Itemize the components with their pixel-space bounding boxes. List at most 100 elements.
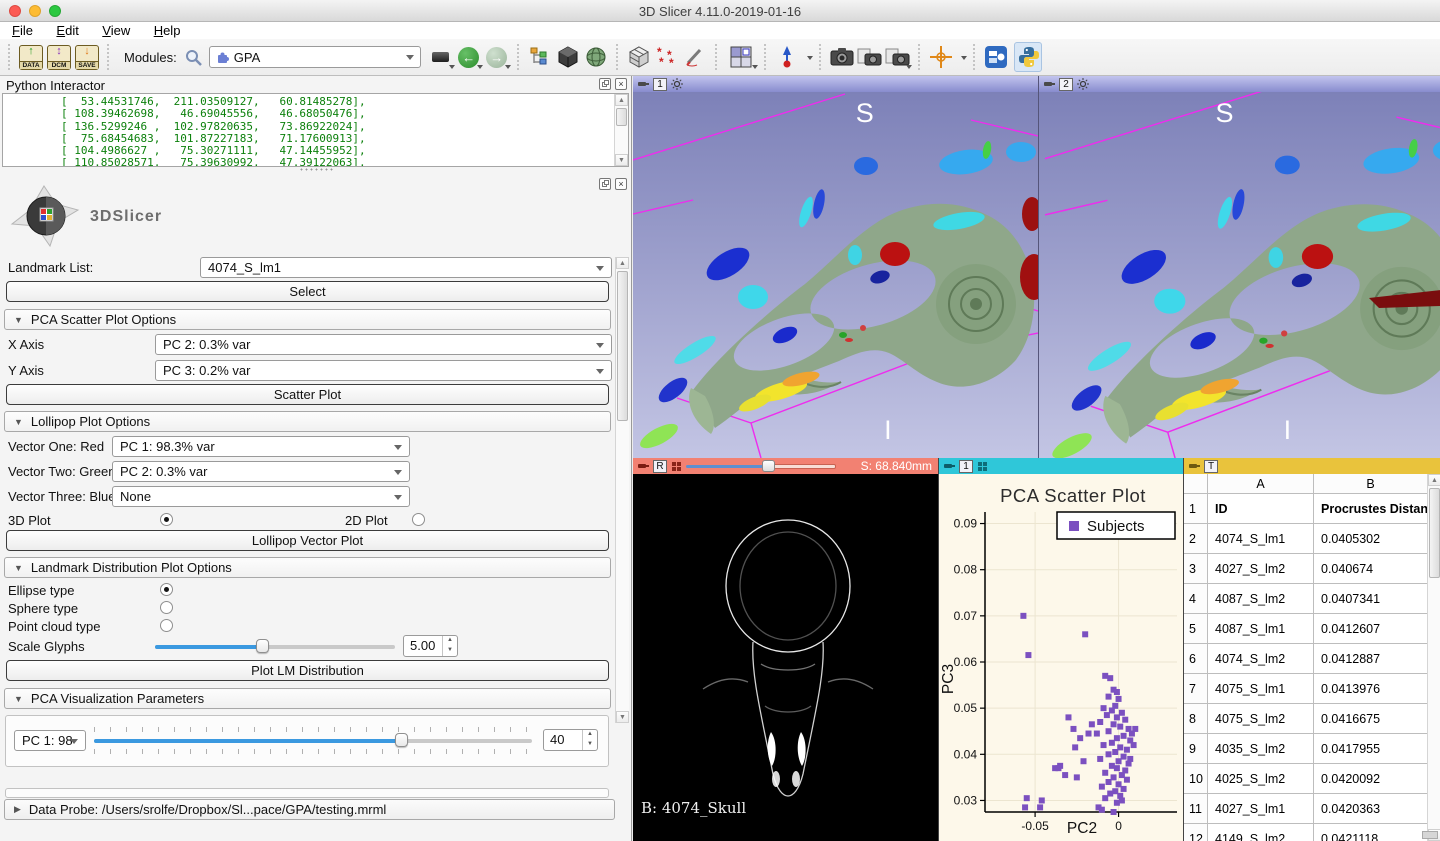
pca-slider-spinbox[interactable]: 40 ▲▼: [543, 729, 598, 751]
threed-viewport-2[interactable]: S I: [1039, 92, 1440, 458]
threed-viewport-1[interactable]: S I: [633, 92, 1038, 458]
row-number-cell[interactable]: 7: [1184, 674, 1208, 704]
data-probe-section[interactable]: ▶ Data Probe: /Users/srolfe/Dropbox/Sl..…: [4, 799, 615, 820]
y-axis-combo[interactable]: PC 3: 0.2% var: [155, 360, 612, 381]
distance-cell[interactable]: 0.0412887: [1314, 644, 1428, 674]
id-cell[interactable]: ID: [1208, 494, 1314, 524]
id-cell[interactable]: 4075_S_lm1: [1208, 674, 1314, 704]
volumes-module-button[interactable]: [625, 42, 653, 72]
surface-module-button[interactable]: [582, 42, 610, 72]
id-cell[interactable]: 4074_S_lm1: [1208, 524, 1314, 554]
view-label[interactable]: 2: [1059, 78, 1073, 91]
scroll-thumb[interactable]: [616, 108, 627, 126]
slider-knob[interactable]: [395, 733, 408, 747]
pin-icon[interactable]: [637, 79, 649, 89]
landmark-list-combo[interactable]: 4074_S_lm1: [200, 257, 612, 278]
distance-cell[interactable]: 0.040674: [1314, 554, 1428, 584]
procrustes-table[interactable]: A B 1IDProcrustes Distance24074_S_lm10.0…: [1184, 474, 1428, 841]
python-console-button[interactable]: [1014, 42, 1042, 72]
python-console[interactable]: [ 53.44531746, 211.03509127, 60.81485278…: [2, 93, 629, 167]
pin-icon[interactable]: [1188, 461, 1200, 471]
point-cloud-type-radio[interactable]: [160, 619, 173, 632]
table-row[interactable]: 104025_S_lm20.0420092: [1184, 764, 1428, 794]
x-axis-combo[interactable]: PC 2: 0.3% var: [155, 334, 612, 355]
spin-down-icon[interactable]: ▼: [443, 646, 457, 656]
scene-view-restore-button[interactable]: [884, 42, 912, 72]
crosshair-dropdown[interactable]: [955, 42, 967, 72]
landmark-distribution-header[interactable]: ▼ Landmark Distribution Plot Options: [4, 557, 611, 578]
row-number-cell[interactable]: 10: [1184, 764, 1208, 794]
row-number-cell[interactable]: 1: [1184, 494, 1208, 524]
ellipse-type-radio[interactable]: [160, 583, 173, 596]
id-cell[interactable]: 4035_S_lm2: [1208, 734, 1314, 764]
id-cell[interactable]: 4087_S_lm2: [1208, 584, 1314, 614]
table-view[interactable]: T A B 1IDProcrustes Distance24074_S_lm10…: [1183, 458, 1440, 841]
id-cell[interactable]: 4087_S_lm1: [1208, 614, 1314, 644]
pin-icon[interactable]: [637, 461, 649, 471]
table-row[interactable]: 54087_S_lm10.0412607: [1184, 614, 1428, 644]
vector-three-combo[interactable]: None: [112, 486, 410, 507]
menu-file[interactable]: File: [12, 23, 33, 38]
close-panel-button[interactable]: ×: [615, 178, 627, 190]
menu-help[interactable]: Help: [154, 23, 181, 38]
distance-cell[interactable]: 0.0413976: [1314, 674, 1428, 704]
pin-icon[interactable]: [943, 461, 955, 471]
row-number-cell[interactable]: 3: [1184, 554, 1208, 584]
id-cell[interactable]: 4074_S_lm2: [1208, 644, 1314, 674]
models-module-button[interactable]: [554, 42, 582, 72]
load-data-button[interactable]: ↑ DATA: [17, 42, 45, 72]
threed-view-2[interactable]: 2 S I: [1038, 76, 1440, 458]
view-options-sun-icon[interactable]: [671, 78, 683, 90]
console-scrollbar[interactable]: ▲ ▼: [614, 94, 628, 166]
table-row[interactable]: 114027_S_lm10.0420363: [1184, 794, 1428, 824]
module-panel-scrollbar[interactable]: ▲ ▼: [615, 257, 629, 723]
view-label[interactable]: 1: [959, 460, 973, 473]
scroll-up-icon[interactable]: ▲: [616, 257, 629, 269]
distance-cell[interactable]: 0.0416675: [1314, 704, 1428, 734]
module-back-button[interactable]: ←: [455, 42, 483, 72]
id-cell[interactable]: 4075_S_lm2: [1208, 704, 1314, 734]
distance-cell[interactable]: 0.0417955: [1314, 734, 1428, 764]
scroll-up-icon[interactable]: ▲: [1428, 474, 1440, 486]
load-dicom-button[interactable]: ↕ DCM: [45, 42, 73, 72]
distance-cell[interactable]: Procrustes Distance: [1314, 494, 1428, 524]
column-header-b[interactable]: B: [1314, 474, 1428, 494]
plot-menu-icon[interactable]: [977, 461, 988, 472]
module-history-button[interactable]: [427, 42, 455, 72]
row-number-cell[interactable]: 5: [1184, 614, 1208, 644]
row-number-cell[interactable]: 4: [1184, 584, 1208, 614]
scroll-down-icon[interactable]: ▼: [615, 154, 628, 166]
red-slice-view[interactable]: R S: 68.840mm: [633, 458, 938, 841]
layout-selector-button[interactable]: [724, 42, 758, 72]
scale-glyphs-slider[interactable]: [155, 636, 395, 657]
table-viewport[interactable]: A B 1IDProcrustes Distance24074_S_lm10.0…: [1184, 474, 1440, 841]
scroll-down-icon[interactable]: ▼: [616, 711, 629, 723]
vector-two-combo[interactable]: PC 2: 0.3% var: [112, 461, 410, 482]
row-number-cell[interactable]: 8: [1184, 704, 1208, 734]
plot-3d-radio[interactable]: [160, 513, 173, 526]
row-number-cell[interactable]: 12: [1184, 824, 1208, 841]
table-row[interactable]: 34027_S_lm20.040674: [1184, 554, 1428, 584]
slider-knob[interactable]: [256, 639, 269, 653]
sphere-type-radio[interactable]: [160, 601, 173, 614]
slider-knob[interactable]: [762, 460, 775, 472]
threed-view-1[interactable]: 1 S I: [633, 76, 1038, 458]
module-selector-combo[interactable]: GPA: [209, 46, 421, 68]
row-number-cell[interactable]: 9: [1184, 734, 1208, 764]
module-forward-button[interactable]: →: [483, 42, 511, 72]
spin-up-icon[interactable]: ▲: [443, 636, 457, 646]
view-label[interactable]: 1: [653, 78, 667, 91]
table-row[interactable]: 74075_S_lm10.0413976: [1184, 674, 1428, 704]
view-label[interactable]: T: [1204, 460, 1218, 473]
vector-one-combo[interactable]: PC 1: 98.3% var: [112, 436, 410, 457]
distance-cell[interactable]: 0.0407341: [1314, 584, 1428, 614]
splitter-handle[interactable]: [299, 168, 333, 171]
spin-up-icon[interactable]: ▲: [583, 730, 597, 740]
distance-cell[interactable]: 0.0420092: [1314, 764, 1428, 794]
markups-module-button[interactable]: * * * *: [653, 42, 681, 72]
pca-scatter-options-header[interactable]: ▼ PCA Scatter Plot Options: [4, 309, 611, 330]
column-header-a[interactable]: A: [1208, 474, 1314, 494]
slice-offset-slider[interactable]: [686, 460, 836, 472]
row-number-cell[interactable]: 11: [1184, 794, 1208, 824]
float-panel-button[interactable]: [599, 178, 611, 190]
